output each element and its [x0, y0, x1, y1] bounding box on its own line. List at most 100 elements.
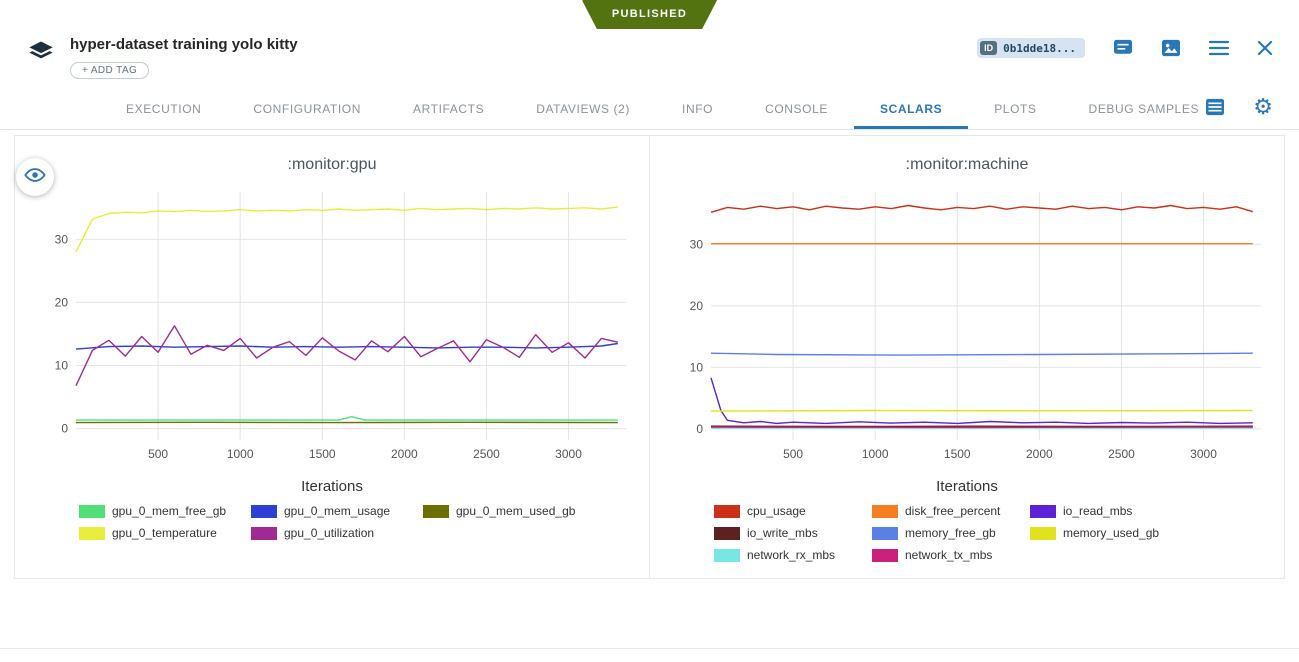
svg-text:500: 500	[148, 447, 168, 461]
legend-item-gpu_0_utilization[interactable]: gpu_0_utilization	[251, 526, 423, 540]
machine-chart-plot[interactable]: 500100015002000250030000102030	[665, 182, 1269, 478]
legend-item-memory_free_gb[interactable]: memory_free_gb	[872, 526, 1030, 540]
svg-text:2500: 2500	[473, 447, 500, 461]
tab-execution[interactable]: EXECUTION	[100, 91, 227, 129]
legend-item-memory_used_gb[interactable]: memory_used_gb	[1030, 526, 1188, 540]
debug-image-icon[interactable]	[1161, 39, 1181, 57]
eye-icon	[24, 164, 46, 191]
legend-item-disk_free_percent[interactable]: disk_free_percent	[872, 504, 1030, 518]
footer-divider	[0, 648, 1299, 649]
tab-configuration[interactable]: CONFIGURATION	[227, 91, 387, 129]
tab-info[interactable]: INFO	[656, 91, 739, 129]
legend-label: memory_free_gb	[905, 526, 996, 540]
legend-label: io_write_mbs	[747, 526, 818, 540]
legend-label: disk_free_percent	[905, 504, 1000, 518]
series-memory_free_gb[interactable]	[711, 353, 1253, 355]
legend-item-gpu_0_mem_usage[interactable]: gpu_0_mem_usage	[251, 504, 423, 518]
series-gpu_0_mem_free_gb[interactable]	[76, 417, 618, 420]
app-logo-icon	[26, 38, 56, 71]
legend-label: memory_used_gb	[1063, 526, 1159, 540]
legend-label: gpu_0_utilization	[284, 526, 374, 540]
experiment-id-badge[interactable]: ID 0b1dde18...	[977, 38, 1085, 58]
gpu-chart-card: :monitor:gpu 500100015002000250030000102…	[14, 135, 650, 579]
svg-text:1000: 1000	[862, 447, 889, 461]
svg-text:1500: 1500	[944, 447, 971, 461]
legend-swatch-icon	[79, 505, 105, 518]
tab-dataviews-2[interactable]: DATAVIEWS (2)	[510, 91, 656, 129]
svg-text:30: 30	[55, 232, 69, 246]
svg-text:20: 20	[690, 299, 704, 313]
legend-swatch-icon	[714, 505, 740, 518]
metrics-table-icon[interactable]	[1205, 98, 1225, 116]
legend-swatch-icon	[872, 527, 898, 540]
svg-text:1500: 1500	[309, 447, 336, 461]
tab-bar-items: EXECUTIONCONFIGURATIONARTIFACTSDATAVIEWS…	[100, 91, 1225, 129]
legend-item-network_tx_mbs[interactable]: network_tx_mbs	[872, 548, 1030, 562]
machine-chart-card: :monitor:machine 50010001500200025003000…	[649, 135, 1285, 579]
legend-item-gpu_0_mem_used_gb[interactable]: gpu_0_mem_used_gb	[423, 504, 595, 518]
svg-text:10: 10	[690, 360, 704, 374]
close-icon[interactable]	[1257, 40, 1273, 56]
id-value: 0b1dde18...	[1003, 42, 1076, 55]
legend-item-cpu_usage[interactable]: cpu_usage	[714, 504, 872, 518]
machine-chart-xlabel: Iterations	[936, 478, 998, 495]
tab-console[interactable]: CONSOLE	[739, 91, 854, 129]
legend-swatch-icon	[872, 549, 898, 562]
svg-text:1000: 1000	[227, 447, 254, 461]
svg-text:3000: 3000	[1190, 447, 1217, 461]
svg-text:0: 0	[696, 422, 703, 436]
add-tag-button[interactable]: + ADD TAG	[70, 62, 149, 79]
tab-debug-samples[interactable]: DEBUG SAMPLES	[1063, 91, 1226, 129]
series-cpu_usage[interactable]	[711, 206, 1253, 213]
legend-label: gpu_0_mem_free_gb	[112, 504, 226, 518]
menu-icon[interactable]	[1209, 40, 1229, 56]
legend-swatch-icon	[423, 505, 449, 518]
show-hide-plots-button[interactable]	[16, 158, 54, 196]
svg-text:2000: 2000	[391, 447, 418, 461]
machine-chart-title: :monitor:machine	[906, 156, 1029, 174]
published-ribbon: PUBLISHED	[582, 0, 717, 29]
legend-item-network_rx_mbs[interactable]: network_rx_mbs	[714, 548, 872, 562]
legend-swatch-icon	[714, 527, 740, 540]
tab-scalars[interactable]: SCALARS	[854, 91, 968, 129]
legend-swatch-icon	[251, 505, 277, 518]
legend-swatch-icon	[714, 549, 740, 562]
legend-item-io_write_mbs[interactable]: io_write_mbs	[714, 526, 872, 540]
tab-plots[interactable]: PLOTS	[968, 91, 1062, 129]
series-io_read_mbs[interactable]	[711, 378, 1253, 424]
experiment-title: hyper-dataset training yolo kitty	[70, 36, 298, 53]
legend-label: gpu_0_mem_used_gb	[456, 504, 575, 518]
svg-text:3000: 3000	[555, 447, 582, 461]
series-gpu_0_temperature[interactable]	[76, 207, 618, 252]
legend-item-gpu_0_temperature[interactable]: gpu_0_temperature	[79, 526, 251, 540]
series-memory_used_gb[interactable]	[711, 411, 1253, 412]
gpu-chart-legend: gpu_0_mem_free_gb gpu_0_mem_usage gpu_0_me…	[15, 504, 595, 540]
svg-text:0: 0	[61, 422, 68, 436]
svg-text:2000: 2000	[1026, 447, 1053, 461]
legend-swatch-icon	[251, 527, 277, 540]
tab-bar: EXECUTIONCONFIGURATIONARTIFACTSDATAVIEWS…	[0, 91, 1299, 130]
legend-label: gpu_0_temperature	[112, 526, 217, 540]
legend-label: network_rx_mbs	[747, 548, 835, 562]
svg-text:30: 30	[690, 237, 704, 251]
gpu-chart-xlabel: Iterations	[301, 478, 363, 495]
scalars-panel: :monitor:gpu 500 1000 1500 2000 2500 3000 0 10 2…	[14, 135, 1285, 579]
comments-icon[interactable]	[1113, 39, 1133, 57]
legend-swatch-icon	[1030, 505, 1056, 518]
gpu-chart-plot[interactable]: 500100015002000250030000102030	[30, 182, 634, 478]
tab-artifacts[interactable]: ARTIFACTS	[387, 91, 510, 129]
machine-chart-legend: cpu_usage disk_free_percent io_read_mbs io_…	[650, 504, 1188, 562]
svg-text:10: 10	[55, 359, 69, 373]
legend-swatch-icon	[79, 527, 105, 540]
series-gpu_0_utilization[interactable]	[76, 326, 618, 386]
legend-label: cpu_usage	[747, 504, 806, 518]
legend-label: gpu_0_mem_usage	[284, 504, 390, 518]
legend-item-io_read_mbs[interactable]: io_read_mbs	[1030, 504, 1188, 518]
svg-text:500: 500	[783, 447, 803, 461]
series-gpu_0_mem_usage[interactable]	[76, 344, 618, 350]
legend-label: io_read_mbs	[1063, 504, 1132, 518]
legend-label: network_tx_mbs	[905, 548, 992, 562]
gpu-chart-title: :monitor:gpu	[288, 156, 377, 174]
legend-item-gpu_0_mem_free_gb[interactable]: gpu_0_mem_free_gb	[79, 504, 251, 518]
settings-gear-icon[interactable]: ⚙	[1253, 96, 1273, 118]
